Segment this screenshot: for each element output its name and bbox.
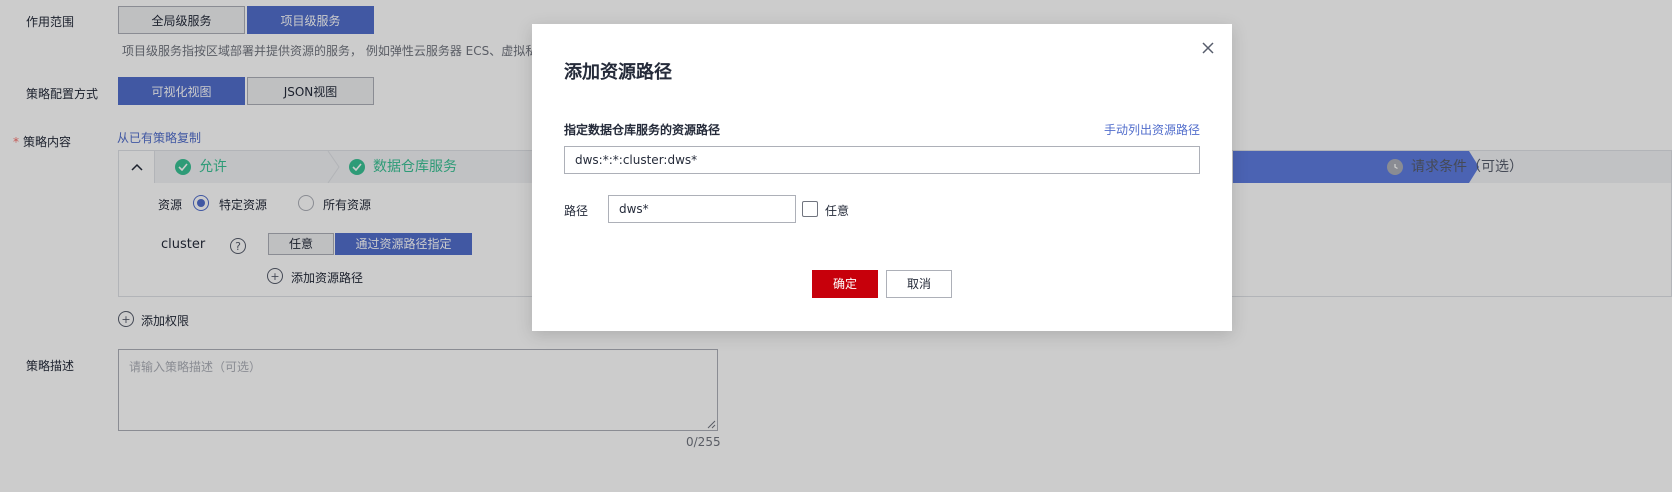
- add-resource-path-dialog: 添加资源路径 指定数据仓库服务的资源路径 手动列出资源路径 dws:*:*:cl…: [532, 24, 1232, 331]
- path-input[interactable]: dws*: [608, 195, 796, 223]
- confirm-button[interactable]: 确定: [812, 270, 878, 298]
- dialog-title: 添加资源路径: [564, 62, 672, 83]
- close-icon[interactable]: [1200, 40, 1216, 56]
- path-label: 路径: [564, 204, 589, 218]
- manual-list-link[interactable]: 手动列出资源路径: [1104, 121, 1200, 138]
- resource-path-input[interactable]: dws:*:*:cluster:dws*: [564, 146, 1200, 174]
- resource-path-field-label: 指定数据仓库服务的资源路径: [564, 123, 721, 137]
- any-checkbox-label: 任意: [825, 204, 850, 218]
- any-checkbox[interactable]: [802, 201, 818, 217]
- cancel-button[interactable]: 取消: [886, 270, 952, 298]
- policy-editor-page: 作用范围 全局级服务 项目级服务 项目级服务指按区域部署并提供资源的服务， 例如…: [0, 0, 1672, 492]
